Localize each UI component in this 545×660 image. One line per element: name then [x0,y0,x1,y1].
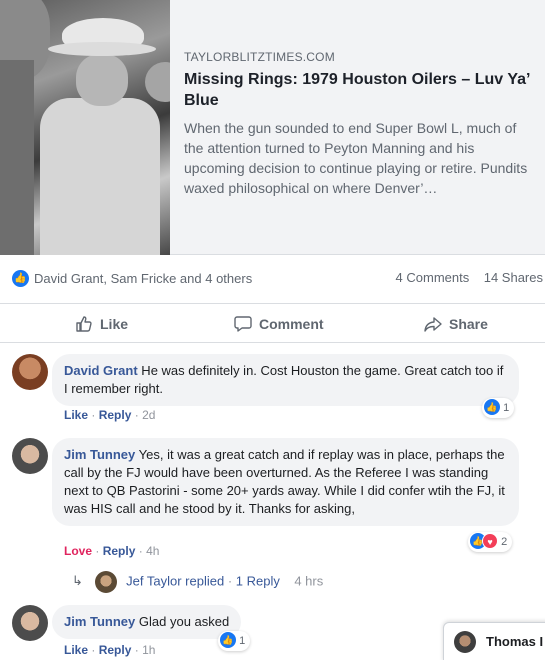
thumbnail-jacket-shape [40,98,160,255]
link-description: When the gun sounded to end Super Bowl L… [184,120,528,196]
reply-count[interactable]: 1 Reply [236,573,280,588]
thumbnail-second-person-shape [145,62,170,102]
avatar-jim-tunney[interactable] [12,605,48,641]
comment-bubble: David Grant He was definitely in. Cost H… [52,354,519,406]
comment-author[interactable]: Jim Tunney [64,614,135,629]
chat-contact-name: Thomas I [486,634,544,649]
link-title[interactable]: Missing Rings: 1979 Houston Oilers – Luv… [184,69,534,111]
comment-reply-link[interactable]: Reply [99,643,132,657]
comment-reaction-count[interactable]: 👍 1 [482,398,515,418]
like-button[interactable]: Like [74,304,128,344]
love-reaction-icon: ♥ [482,533,498,550]
comment-love-link[interactable]: Love [64,544,92,558]
avatar-jef-taylor [94,571,117,593]
comment-meta: Love · Reply · 4h [64,544,160,558]
chat-avatar [454,631,476,653]
comments-count-link[interactable]: 4 Comments [396,270,470,285]
reply-time: 4 hrs [294,573,324,589]
comment-reaction-count[interactable]: 👍 ♥ 2 [468,532,513,552]
reply-arrow-icon: ↳ [72,573,83,589]
replier-text[interactable]: Jef Taylor replied [126,573,224,588]
like-reaction-icon: 👍 [12,270,29,287]
comment-meta: Like · Reply · 1h [64,643,156,657]
comment-bubble: Jim Tunney Glad you asked [52,605,242,639]
chat-tab[interactable]: Thomas I [443,622,545,660]
thumbnail-face-shape [76,54,128,106]
comment-bubble: Jim Tunney Yes, it was a great catch and… [52,438,519,526]
like-reaction-icon: 👍 [220,632,236,649]
thumbs-up-icon [76,316,92,332]
comment-time[interactable]: 2d [142,408,155,422]
thumbnail-player-shape [0,60,34,255]
comment-time[interactable]: 4h [146,544,159,558]
like-reaction-icon: 👍 [484,399,500,416]
link-domain: TAYLORBLITZTIMES.COM [184,50,335,64]
comment-icon [234,316,252,332]
like-button-label: Like [100,316,129,332]
article-thumbnail[interactable] [0,0,170,255]
comment-author[interactable]: Jim Tunney [64,447,135,462]
comment-like-link[interactable]: Like [64,408,88,422]
comment-button[interactable]: Comment [233,304,324,344]
reactors-names[interactable]: David Grant, Sam Fricke and 4 others [34,271,252,286]
avatar-jim-tunney[interactable] [12,438,48,474]
reaction-count-number: 1 [503,402,510,414]
thumbnail-hat-brim-shape [48,42,156,56]
share-button-label: Share [449,316,488,332]
reaction-count-number: 1 [239,635,246,647]
comment-meta: Like · Reply · 2d [64,408,156,422]
comment-text: Glad you asked [135,614,230,629]
shares-count-link[interactable]: 14 Shares [484,270,543,285]
reaction-count-number: 2 [501,536,508,548]
comment-author[interactable]: David Grant [64,363,138,378]
view-replies-link[interactable]: ↳ Jef Taylor replied · 1 Reply 4 hrs [72,571,323,593]
reactions-summary: 👍 David Grant, Sam Fricke and 4 others 4… [0,266,545,292]
comment-reply-link[interactable]: Reply [103,544,136,558]
avatar-david-grant[interactable] [12,354,48,390]
share-button[interactable]: Share [423,304,488,344]
post-action-bar: Like Comment Share [0,303,545,343]
link-preview-card[interactable]: TAYLORBLITZTIMES.COM Missing Rings: 1979… [0,0,545,255]
share-arrow-icon [424,317,442,332]
engagement-counts: 4 Comments 14 Shares [396,270,543,285]
comment-time[interactable]: 1h [142,643,155,657]
comment-reply-link[interactable]: Reply [99,408,132,422]
link-preview-text: TAYLORBLITZTIMES.COM Missing Rings: 1979… [184,50,534,198]
comment-button-label: Comment [259,316,324,332]
comment-like-link[interactable]: Like [64,643,88,657]
comment-reaction-count[interactable]: 👍 1 [218,631,251,651]
